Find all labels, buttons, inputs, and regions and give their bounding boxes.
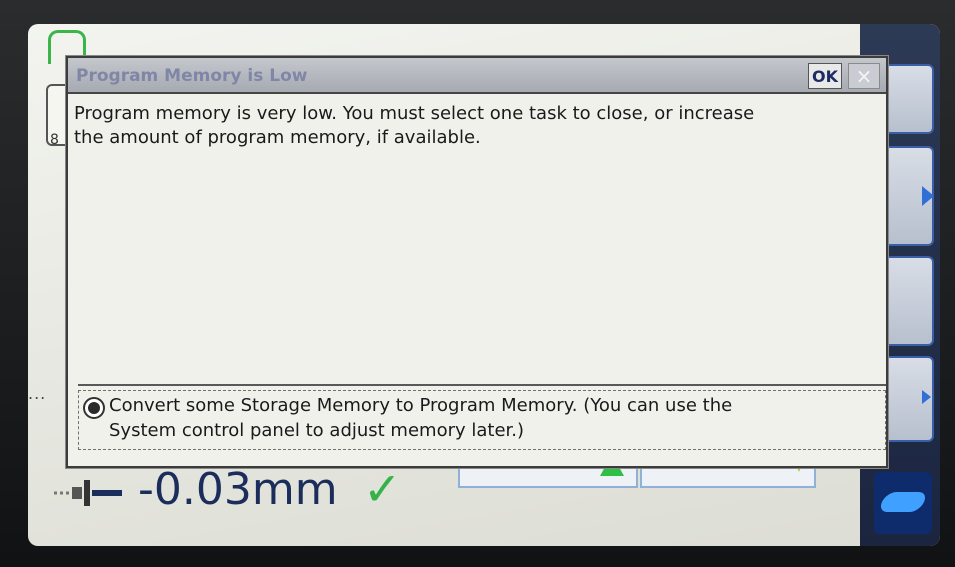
dialog-titlebar: Program Memory is Low OK × bbox=[68, 58, 886, 94]
option-line-2: System control panel to adjust memory la… bbox=[109, 420, 525, 441]
option-label: Convert some Storage Memory to Program M… bbox=[109, 393, 879, 443]
ellipsis-indicator: ... bbox=[28, 384, 47, 403]
dialog-message: Program memory is very low. You must sel… bbox=[74, 102, 874, 150]
caliper-icon bbox=[54, 480, 122, 506]
message-line-1: Program memory is very low. You must sel… bbox=[74, 103, 755, 124]
chevron-right-icon bbox=[922, 390, 931, 404]
device-screen: 8 ... -0.03mm ✓ 0.01 bbox=[28, 24, 940, 546]
measurement-value: -0.03mm bbox=[138, 464, 338, 515]
check-icon: ✓ bbox=[363, 462, 402, 516]
low-memory-dialog: Program Memory is Low OK × Program memor… bbox=[66, 56, 888, 468]
radio-selected-icon[interactable] bbox=[83, 397, 105, 419]
app-left-digit: 8 bbox=[50, 132, 59, 148]
close-icon: × bbox=[855, 64, 873, 88]
option-panel: Convert some Storage Memory to Program M… bbox=[78, 384, 886, 452]
dialog-title: Program Memory is Low bbox=[76, 66, 308, 86]
ok-button[interactable]: OK bbox=[808, 63, 842, 89]
convert-memory-option[interactable]: Convert some Storage Memory to Program M… bbox=[78, 390, 886, 450]
device-bezel: 8 ... -0.03mm ✓ 0.01 bbox=[0, 0, 955, 567]
play-arrow-icon bbox=[922, 186, 934, 206]
brand-logo-icon[interactable] bbox=[874, 472, 932, 534]
message-line-2: the amount of program memory, if availab… bbox=[74, 127, 481, 148]
option-line-1: Convert some Storage Memory to Program M… bbox=[109, 395, 733, 416]
close-button[interactable]: × bbox=[848, 63, 880, 89]
